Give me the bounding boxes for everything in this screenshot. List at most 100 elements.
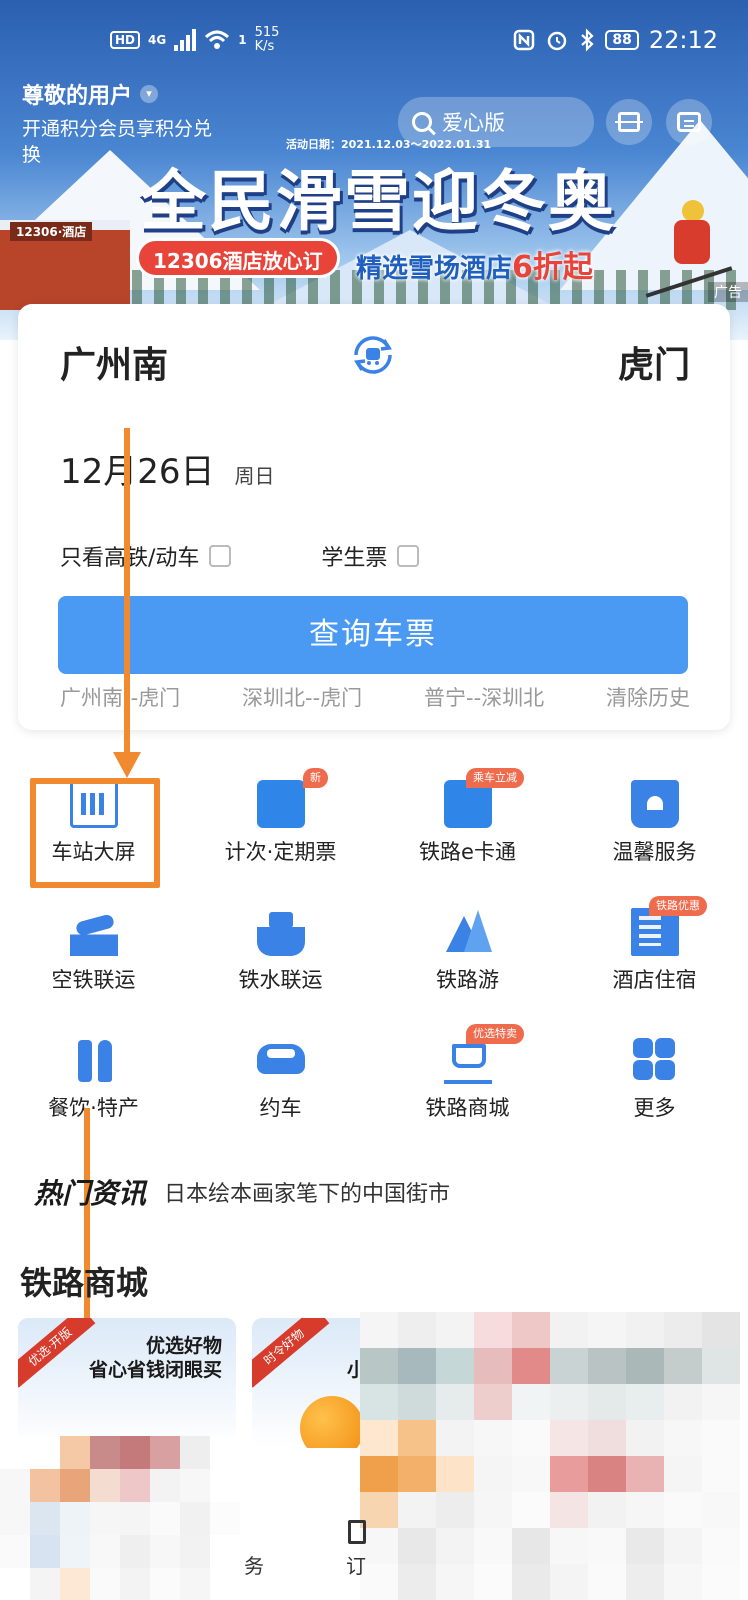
new-badge: 新 <box>303 768 328 788</box>
user-name: 尊敬的用户 <box>22 84 133 109</box>
bluetooth-icon <box>581 28 594 52</box>
student-ticket-label: 学生票 <box>321 546 388 571</box>
ad-label: 广告 <box>708 282 748 302</box>
more-grid-icon <box>631 1036 679 1084</box>
service-hotel[interactable]: 铁路优惠 酒店住宿 <box>561 896 748 1018</box>
mall-card-ribbon: 优选·开版 <box>18 1318 96 1388</box>
promo-title: 全民滑雪迎冬奥 <box>140 163 616 240</box>
hd-badge: HD <box>110 31 141 49</box>
service-more[interactable]: 更多 <box>561 1026 748 1146</box>
ticket-options: 只看高铁/动车 学生票 <box>60 540 420 572</box>
date-value: 12月26日 <box>60 452 215 492</box>
hot-news-headline[interactable]: 日本绘本画家笔下的中国街市 <box>164 1176 450 1208</box>
chevron-down-icon[interactable]: ▾ <box>140 85 159 103</box>
mall-section-title: 铁路商城 <box>20 1264 149 1302</box>
history-item[interactable]: 普宁--深圳北 <box>424 682 544 712</box>
student-ticket-option[interactable]: 学生票 <box>321 540 420 572</box>
signal-bars-icon <box>174 29 197 51</box>
service-label: 铁水联运 <box>238 968 323 992</box>
service-label: 铁路游 <box>436 968 499 992</box>
promo-subtitle: 精选雪场酒店6折起 <box>356 242 593 286</box>
mall-card-title: 优选好物 省心省钱闭眼买 <box>89 1334 222 1382</box>
tab-order-fragment[interactable]: 订 <box>346 1550 366 1579</box>
rail-discount-badge: 铁路优惠 <box>649 896 707 916</box>
food-icon <box>70 1036 118 1084</box>
mountain-icon <box>444 908 492 956</box>
service-air-rail[interactable]: 空铁联运 <box>0 898 187 1018</box>
alarm-icon <box>548 31 567 51</box>
student-ticket-checkbox[interactable] <box>397 545 420 567</box>
mall-card[interactable]: 时令好物 小 <box>252 1318 372 1448</box>
mall-card-title-text: 优选好物 <box>145 1335 222 1357</box>
discount-badge: 乘车立减 <box>466 768 524 788</box>
net-speed-value: 515 <box>254 25 280 40</box>
search-history: 广州南--虎门 深圳北--虎门 普宁--深圳北 清除历史 <box>60 682 690 712</box>
mall-card[interactable]: 优选·开版 优选好物 省心省钱闭眼买 <box>18 1318 236 1448</box>
message-icon <box>677 112 701 132</box>
service-rail-tour[interactable]: 铁路游 <box>374 898 561 1018</box>
history-item[interactable]: 广州南--虎门 <box>60 682 180 712</box>
service-e-card[interactable]: 乘车立减 铁路e卡通 <box>374 768 561 890</box>
signal-type: 4G <box>148 33 167 47</box>
service-food[interactable]: 餐饮·特产 <box>0 1026 187 1146</box>
highspeed-only-checkbox[interactable] <box>209 545 232 567</box>
promo-pill: 12306酒店放心订 <box>136 238 340 278</box>
hot-news-tag: 热门资讯 <box>34 1177 147 1210</box>
highspeed-only-option[interactable]: 只看高铁/动车 <box>60 540 232 572</box>
history-item[interactable]: 深圳北--虎门 <box>242 682 362 712</box>
service-periodic-ticket[interactable]: 新 计次·定期票 <box>187 768 374 890</box>
service-label: 铁路e卡通 <box>419 840 516 864</box>
heart-service-icon <box>631 780 679 828</box>
service-car[interactable]: 约车 <box>187 1026 374 1146</box>
order-tab-icon[interactable] <box>348 1520 366 1544</box>
clear-history-button[interactable]: 清除历史 <box>606 682 690 712</box>
wifi-index: 1 <box>238 33 247 47</box>
ship-train-icon <box>257 908 305 956</box>
annotation-arrow <box>124 428 130 758</box>
arrival-station[interactable]: 虎门 <box>618 336 690 388</box>
search-placeholder: 爱心版 <box>442 111 505 135</box>
promo-discount: 6折起 <box>512 250 593 285</box>
scan-button[interactable] <box>606 99 652 145</box>
service-label: 餐饮·特产 <box>48 1096 139 1120</box>
hot-news[interactable]: 热门资讯 日本绘本画家笔下的中国街市 <box>34 1172 450 1212</box>
service-care[interactable]: 温馨服务 <box>561 770 748 890</box>
skier-illustration <box>645 200 733 298</box>
wifi-icon <box>205 30 230 49</box>
mall-card-subtitle: 省心省钱闭眼买 <box>88 1359 222 1381</box>
tab-service-fragment[interactable]: 务 <box>244 1550 264 1579</box>
service-sea-rail[interactable]: 铁水联运 <box>187 898 374 1018</box>
clock: 22:12 <box>648 26 718 54</box>
departure-date[interactable]: 12月26日 周日 <box>60 444 275 493</box>
sale-badge: 优选特卖 <box>466 1024 524 1044</box>
car-icon <box>257 1044 305 1074</box>
swap-stations-icon[interactable] <box>348 330 398 380</box>
annotation-arrow-head <box>113 752 141 778</box>
weekday: 周日 <box>234 464 275 488</box>
service-label: 更多 <box>633 1096 676 1120</box>
message-button[interactable] <box>666 99 712 145</box>
query-tickets-button[interactable]: 查询车票 <box>58 596 688 674</box>
service-label: 酒店住宿 <box>612 968 697 992</box>
service-label: 计次·定期票 <box>224 840 337 864</box>
service-label: 空铁联运 <box>51 968 136 992</box>
promo-banner[interactable]: 12306·酒店 HD 4G 1 515 K/s 88 22:12 尊敬的用户 … <box>0 0 748 340</box>
service-label: 约车 <box>259 1096 302 1120</box>
net-speed-unit: K/s <box>254 39 275 54</box>
net-speed: 515 K/s <box>255 26 280 54</box>
ticket-card-icon <box>257 780 305 828</box>
pixelated-region <box>360 1312 740 1600</box>
orange-image <box>300 1396 364 1448</box>
promo-subtitle-text: 精选雪场酒店 <box>356 254 513 284</box>
scan-icon <box>615 112 643 132</box>
plane-train-icon <box>70 908 118 956</box>
service-label: 温馨服务 <box>612 840 697 864</box>
annotation-highlight-box <box>30 778 160 888</box>
service-label: 铁路商城 <box>425 1096 510 1120</box>
search-icon <box>412 112 432 132</box>
mall-card-ribbon: 时令好物 <box>252 1318 330 1388</box>
battery-icon: 88 <box>605 30 639 50</box>
service-mall[interactable]: 优选特卖 铁路商城 <box>374 1024 561 1146</box>
departure-station[interactable]: 广州南 <box>60 336 168 388</box>
nfc-icon <box>514 29 535 51</box>
